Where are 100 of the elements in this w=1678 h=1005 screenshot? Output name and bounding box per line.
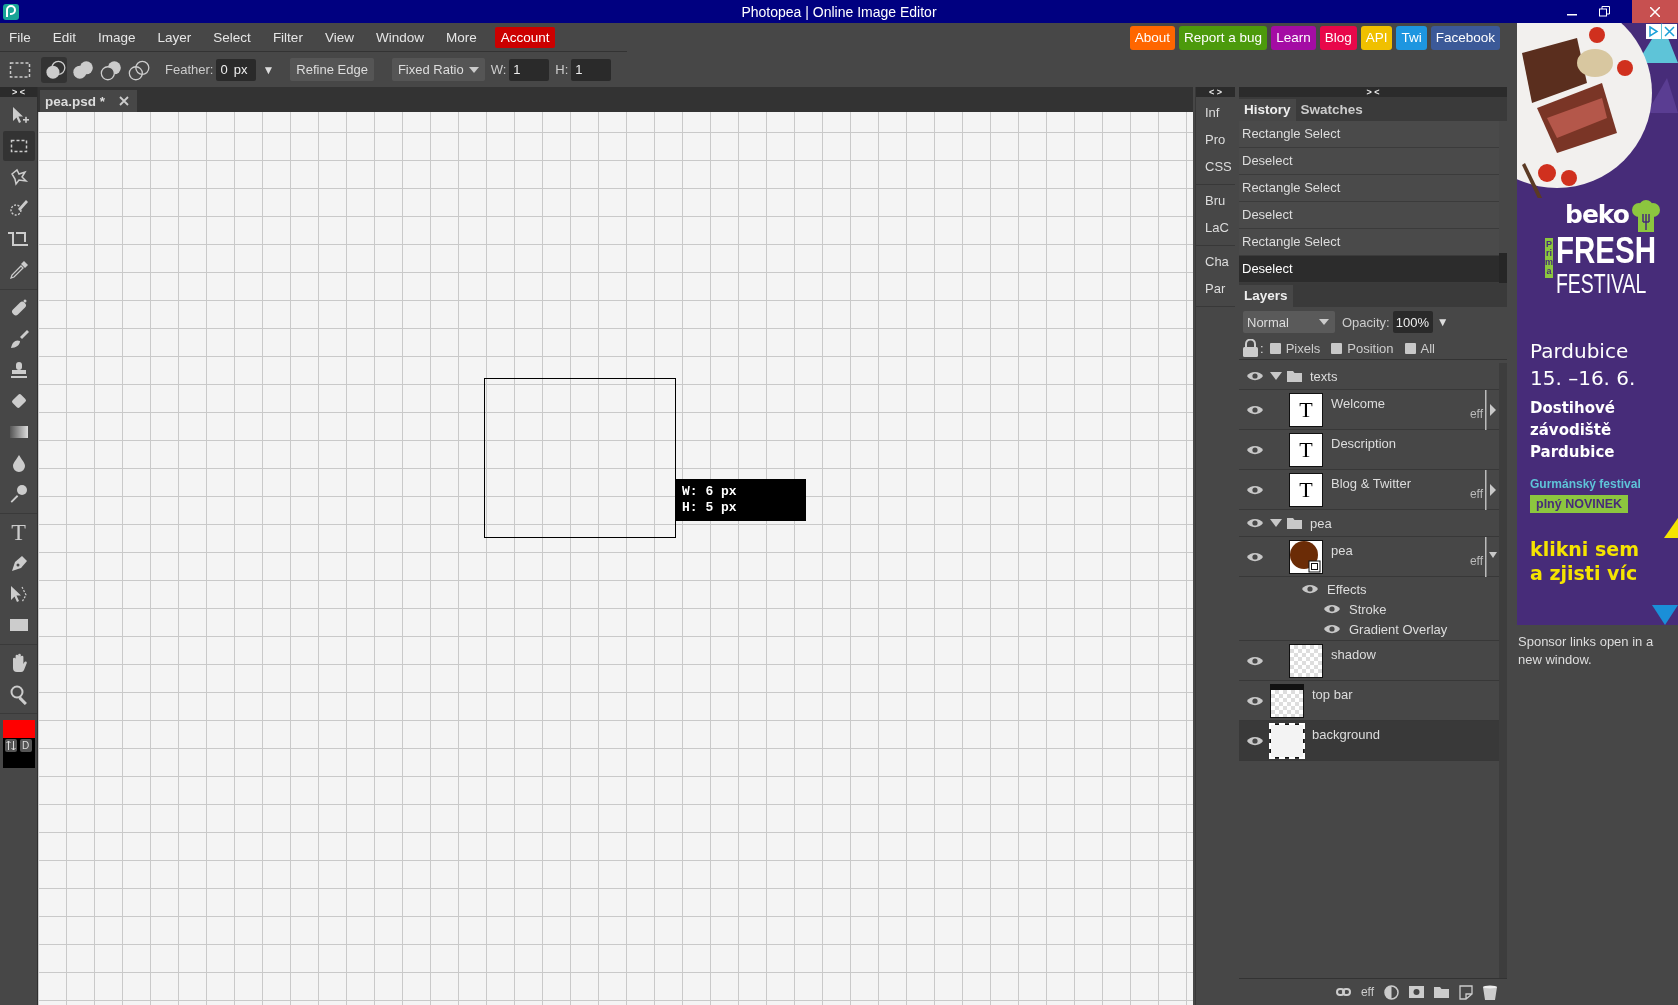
caret-icon bbox=[468, 66, 479, 73]
ad-call-to-action[interactable]: a zjisti víc bbox=[1530, 561, 1678, 585]
menu-item[interactable]: Filter bbox=[265, 29, 310, 45]
close-icon[interactable] bbox=[119, 96, 130, 106]
transparent-thumbnail bbox=[1289, 643, 1323, 678]
eye-icon[interactable] bbox=[1245, 654, 1264, 667]
new-page-icon[interactable] bbox=[1459, 984, 1473, 1000]
link-button[interactable]: Report a bug bbox=[1179, 25, 1268, 50]
dashed-rectangle-icon[interactable] bbox=[9, 60, 31, 79]
eye-icon[interactable] bbox=[1245, 734, 1264, 747]
brand-name: beko bbox=[1565, 200, 1629, 230]
foreground-color-swatch[interactable] bbox=[2, 720, 35, 738]
tool-button[interactable]: T bbox=[2, 517, 35, 547]
feather-label: Feather: bbox=[165, 62, 214, 77]
new-selection-icon[interactable] bbox=[41, 56, 67, 83]
style-dropdown[interactable]: Fixed Ratio bbox=[391, 58, 485, 81]
document-tab[interactable]: pea.psd * bbox=[40, 90, 138, 112]
menu-item[interactable]: View bbox=[317, 29, 361, 45]
panel-tab[interactable]: Swatches bbox=[1295, 99, 1368, 121]
chef-hat-icon bbox=[1631, 200, 1661, 232]
width-field[interactable]: 1 bbox=[509, 58, 550, 81]
panel-shortcut[interactable]: Cha bbox=[1196, 248, 1235, 275]
eye-icon[interactable] bbox=[1323, 603, 1341, 615]
account-button[interactable]: Account bbox=[494, 26, 556, 48]
layer-row[interactable]: pea eff bbox=[1239, 537, 1499, 577]
checkbox[interactable] bbox=[1269, 342, 1281, 354]
link-button[interactable]: Blog bbox=[1319, 25, 1357, 50]
menu-item[interactable]: File bbox=[2, 29, 38, 45]
feather-field[interactable]: 0 px bbox=[216, 58, 257, 81]
eye-icon[interactable] bbox=[1245, 694, 1264, 707]
effect-name[interactable]: Stroke bbox=[1349, 601, 1387, 617]
panel-tab[interactable]: History bbox=[1239, 99, 1296, 121]
eye-icon[interactable] bbox=[1245, 443, 1264, 456]
blend-mode-dropdown[interactable]: Normal bbox=[1243, 311, 1335, 333]
panel-shortcut[interactable]: Inf bbox=[1196, 99, 1235, 126]
refine-edge-button[interactable]: Refine Edge bbox=[290, 58, 374, 81]
tag-label: Prima bbox=[1545, 238, 1553, 278]
expanded-triangle-icon[interactable] bbox=[1270, 371, 1282, 381]
eye-icon[interactable] bbox=[1245, 403, 1264, 416]
trash-icon[interactable] bbox=[1483, 984, 1497, 1000]
link-button[interactable]: Facebook bbox=[1430, 25, 1500, 50]
layer-row[interactable]: background bbox=[1239, 721, 1499, 761]
menu-item[interactable]: Edit bbox=[45, 29, 84, 45]
menu-item[interactable]: More bbox=[438, 29, 484, 45]
toolbar-toggle[interactable]: > < bbox=[0, 87, 37, 97]
layer-name: pea bbox=[1331, 543, 1354, 558]
panel-tab[interactable]: Layers bbox=[1239, 285, 1293, 307]
effects-label: eff bbox=[1469, 406, 1483, 421]
history-item[interactable]: Deselect bbox=[1239, 256, 1499, 283]
panel-shortcut[interactable]: Bru bbox=[1196, 187, 1235, 214]
right-triangle-icon[interactable] bbox=[1485, 469, 1497, 510]
half-circle-icon[interactable] bbox=[1384, 984, 1399, 1000]
layer-row[interactable]: T Blog & Twitter eff bbox=[1239, 470, 1499, 510]
ad-info-icon[interactable] bbox=[1646, 24, 1661, 39]
right-triangle-icon[interactable] bbox=[1485, 389, 1497, 430]
folder-icon bbox=[1287, 517, 1302, 529]
layer-row[interactable]: T Welcome eff bbox=[1239, 390, 1499, 430]
eye-icon[interactable] bbox=[1245, 483, 1264, 496]
width-label: W: bbox=[490, 62, 507, 77]
layer-row[interactable]: T Description bbox=[1239, 430, 1499, 470]
panel-shortcut[interactable]: CSS bbox=[1196, 153, 1235, 180]
eye-icon[interactable] bbox=[1323, 623, 1341, 635]
eye-icon[interactable] bbox=[1245, 370, 1264, 382]
panel-toggle[interactable]: < > bbox=[1196, 87, 1235, 97]
height-field[interactable]: 1 bbox=[571, 58, 612, 81]
menu-item[interactable]: Image bbox=[91, 29, 143, 45]
ad-call-to-action[interactable]: klikni sem bbox=[1530, 537, 1678, 561]
menu-item[interactable]: Window bbox=[368, 29, 431, 45]
checkbox-label: Pixels bbox=[1285, 340, 1321, 356]
checkbox[interactable] bbox=[1404, 342, 1416, 354]
opacity-field[interactable]: 100% bbox=[1392, 311, 1433, 333]
eye-icon[interactable] bbox=[1245, 517, 1264, 529]
panel-toggle[interactable]: > < bbox=[1239, 87, 1507, 97]
link-button[interactable]: Learn bbox=[1271, 25, 1316, 50]
layer-row[interactable]: shadow bbox=[1239, 641, 1499, 681]
expanded-triangle-icon[interactable] bbox=[1270, 518, 1282, 528]
menu-item[interactable]: Select bbox=[206, 29, 258, 45]
close-icon[interactable] bbox=[1662, 24, 1677, 39]
eye-icon[interactable] bbox=[1301, 583, 1319, 595]
down-triangle-icon[interactable] bbox=[1485, 536, 1497, 577]
checkbox[interactable] bbox=[1331, 342, 1343, 354]
opacity-menu-arrow[interactable]: ▼ bbox=[1436, 315, 1449, 329]
ad-badge: plný NOVINEK bbox=[1530, 495, 1629, 513]
restore-icon[interactable] bbox=[1599, 6, 1610, 17]
effect-name[interactable]: Gradient Overlay bbox=[1349, 621, 1448, 637]
canvas-grid[interactable]: W: 6 px H: 5 px bbox=[38, 112, 1193, 1005]
panel-shortcut[interactable]: Pro bbox=[1196, 126, 1235, 153]
effects-label: eff bbox=[1469, 486, 1483, 501]
eye-icon[interactable] bbox=[1245, 550, 1264, 563]
link-icon[interactable] bbox=[1335, 988, 1351, 996]
layer-name: background bbox=[1312, 727, 1381, 742]
tool-button[interactable] bbox=[2, 131, 35, 161]
menu-item[interactable]: Layer bbox=[150, 29, 199, 45]
mask-icon[interactable] bbox=[1409, 986, 1424, 998]
panel-shortcut[interactable]: Par bbox=[1196, 275, 1235, 302]
effects-button[interactable]: eff bbox=[1360, 985, 1374, 999]
feather-menu-arrow[interactable]: ▼ bbox=[262, 62, 275, 77]
folder-icon[interactable] bbox=[1434, 986, 1449, 998]
panel-shortcut[interactable]: LaC bbox=[1196, 214, 1235, 241]
layer-row[interactable]: top bar bbox=[1239, 681, 1499, 721]
